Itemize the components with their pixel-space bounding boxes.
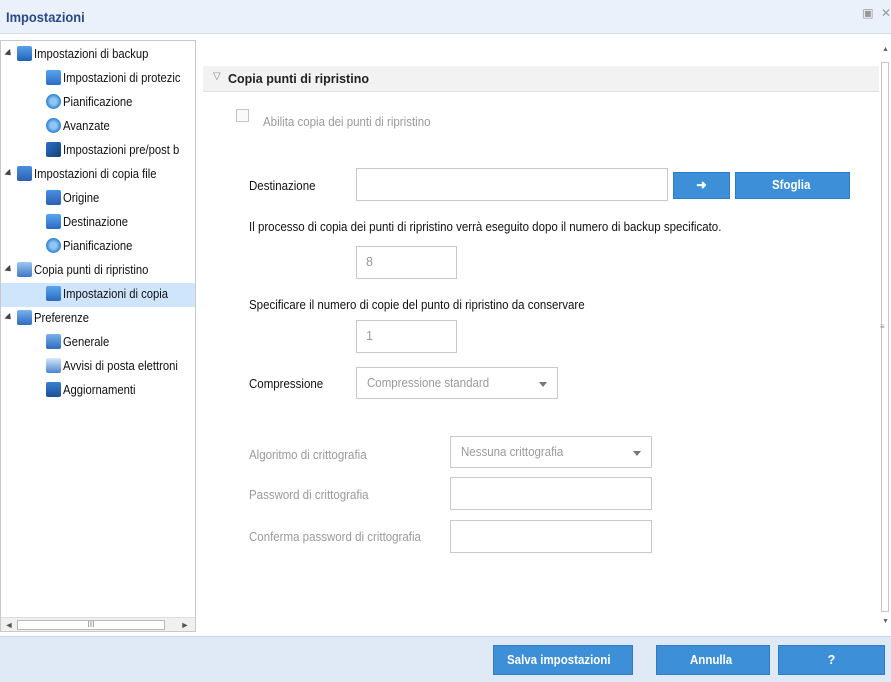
tree-item-preferences[interactable]: Preferenze <box>4 307 95 331</box>
scroll-down-icon[interactable]: ▼ <box>882 618 889 625</box>
tree-item-mail-alerts[interactable]: Avvisi di posta elettroni <box>46 355 191 379</box>
scrollbar-grip-icon: ≡ <box>880 322 885 331</box>
general-icon <box>46 334 61 350</box>
tree-item-pre-post[interactable]: Impostazioni pre/post b <box>46 139 192 163</box>
wrench-icon <box>46 142 61 158</box>
restore-icon[interactable]: ▣ <box>862 6 875 20</box>
tree-item-copy-settings[interactable]: Impostazioni di copia <box>1 283 195 307</box>
source-icon <box>46 190 61 206</box>
expand-arrow-icon[interactable] <box>4 313 14 323</box>
tree-item-protection-settings[interactable]: Impostazioni di protezic <box>46 67 194 91</box>
browse-button[interactable]: Sfoglia <box>735 172 850 199</box>
tree-item-copy-recovery-points[interactable]: Copia punti di ripristino <box>4 259 161 283</box>
copies-note: Specificare il numero di copie del punto… <box>249 298 585 312</box>
expand-arrow-icon[interactable] <box>4 169 14 179</box>
tree-horizontal-scrollbar[interactable]: ◄ III ► <box>1 617 195 631</box>
updates-icon <box>46 382 61 398</box>
copy-recovery-points-icon <box>17 262 32 278</box>
destination-icon <box>46 214 61 230</box>
tree-item-backup-schedule[interactable]: Pianificazione <box>46 91 140 115</box>
arrow-right-icon: ➜ <box>696 178 707 192</box>
compression-label: Compressione <box>249 377 324 391</box>
mail-alerts-icon <box>46 358 61 374</box>
tree-item-updates[interactable]: Aggiornamenti <box>46 379 144 403</box>
section-header[interactable]: ▽ Copia punti di ripristino <box>203 66 879 92</box>
tree-item-general[interactable]: Generale <box>46 331 114 355</box>
cancel-button[interactable]: Annulla <box>656 645 770 675</box>
backup-count-input[interactable]: 8 <box>356 246 457 279</box>
copy-settings-icon <box>46 286 61 302</box>
destination-arrow-button[interactable]: ➜ <box>673 172 730 199</box>
footer-bar: Salva impostazioni Annulla ? <box>0 636 891 682</box>
tree-item-file-copy-schedule[interactable]: Pianificazione <box>46 235 140 259</box>
preferences-icon <box>17 310 32 326</box>
encryption-algorithm-select[interactable]: Nessuna crittografia <box>450 436 652 468</box>
destination-label: Destinazione <box>249 179 316 193</box>
process-note: Il processo di copia dei punti di ripris… <box>249 220 722 234</box>
tree-item-destination[interactable]: Destinazione <box>46 211 135 235</box>
expand-arrow-icon[interactable] <box>4 265 14 275</box>
tree-item-backup-settings[interactable]: Impostazioni di backup <box>4 43 161 67</box>
content-vertical-scrollbar[interactable]: ▲ ≡ ▼ <box>879 40 891 632</box>
chevron-down-icon <box>539 382 547 387</box>
enable-copy-checkbox[interactable] <box>236 109 249 122</box>
collapse-triangle-icon[interactable]: ▽ <box>213 71 221 82</box>
tree-item-file-copy-settings[interactable]: Impostazioni di copia file <box>4 163 170 187</box>
backup-settings-icon <box>17 46 32 62</box>
settings-content: ▽ Copia punti di ripristino Abilita copi… <box>203 40 879 632</box>
schedule-icon <box>46 238 61 254</box>
tree-item-advanced[interactable]: Avanzate <box>46 115 115 139</box>
window-controls: ▣ ✕ <box>862 6 891 20</box>
enable-copy-label: Abilita copia dei punti di ripristino <box>263 115 431 129</box>
scroll-right-icon[interactable]: ► <box>179 618 191 631</box>
close-icon[interactable]: ✕ <box>881 6 891 20</box>
advanced-icon <box>46 118 61 134</box>
scrollbar-track[interactable] <box>881 62 889 612</box>
confirm-password-label: Conferma password di crittografia <box>249 530 421 544</box>
file-copy-settings-icon <box>17 166 32 182</box>
save-settings-button[interactable]: Salva impostazioni <box>493 645 633 675</box>
encryption-algorithm-label: Algoritmo di crittografia <box>249 448 367 462</box>
schedule-icon <box>46 94 61 110</box>
settings-tree: Impostazioni di backup Impostazioni di p… <box>0 40 196 632</box>
scrollbar-thumb[interactable]: III <box>17 620 165 630</box>
copies-count-input[interactable]: 1 <box>356 320 457 353</box>
title-bar: Impostazioni ▣ ✕ <box>0 0 891 34</box>
expand-arrow-icon[interactable] <box>4 49 14 59</box>
scroll-up-icon[interactable]: ▲ <box>882 46 889 53</box>
section-title: Copia punti di ripristino <box>228 72 369 86</box>
protection-settings-icon <box>46 70 61 86</box>
chevron-down-icon <box>633 451 641 456</box>
destination-input[interactable] <box>356 168 668 201</box>
help-button[interactable]: ? <box>778 645 885 675</box>
window-title: Impostazioni <box>6 9 85 25</box>
tree-item-source[interactable]: Origine <box>46 187 103 211</box>
encryption-password-label: Password di crittografia <box>249 488 369 502</box>
scroll-left-icon[interactable]: ◄ <box>3 618 15 631</box>
encryption-password-input[interactable] <box>450 477 652 510</box>
compression-select[interactable]: Compressione standard <box>356 367 558 399</box>
confirm-password-input[interactable] <box>450 520 652 553</box>
